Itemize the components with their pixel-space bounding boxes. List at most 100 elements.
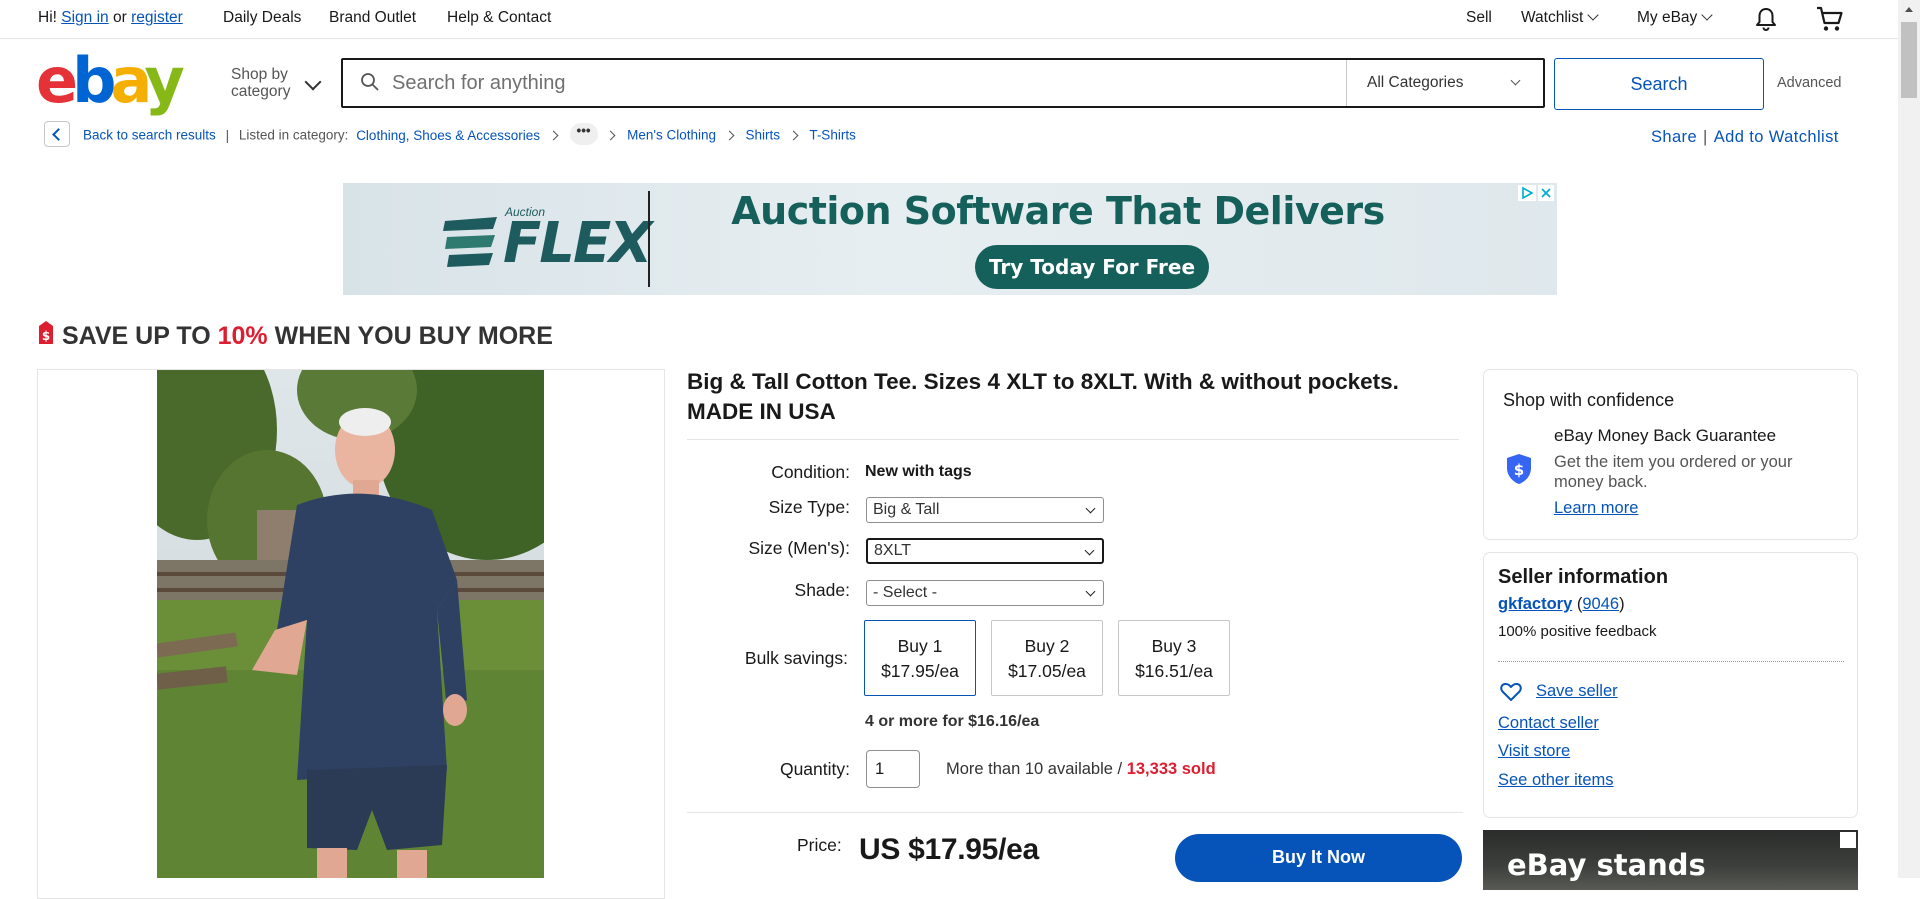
ad-brand: FLEX [503, 211, 652, 276]
shade-label: Shade: [794, 580, 850, 600]
ad-banner[interactable]: Auction FLEX Auction Software That Deliv… [343, 183, 1557, 295]
seller-heading: Seller information [1498, 566, 1669, 588]
notification-bell-icon[interactable] [1753, 6, 1779, 32]
greeting-text: Hi! [38, 9, 57, 26]
svg-text:ebay: ebay [36, 50, 184, 116]
back-button[interactable] [44, 121, 70, 147]
register-link[interactable]: register [131, 9, 183, 26]
shop-by-label: Shop by [231, 66, 288, 83]
size-type-select[interactable]: Big & Tall [866, 497, 1104, 523]
condition-value: New with tags [865, 463, 972, 480]
buy-it-now-button[interactable]: Buy It Now [1175, 834, 1462, 882]
money-back-guarantee: eBay Money Back Guarantee [1554, 426, 1777, 445]
brand-outlet-link[interactable]: Brand Outlet [329, 9, 416, 27]
search-button[interactable]: Search [1554, 58, 1764, 110]
cart-icon[interactable] [1815, 5, 1845, 33]
chevron-down-icon [1084, 545, 1095, 556]
promo-text-pre: SAVE UP TO [62, 322, 218, 350]
breadcrumb-item-t-shirts[interactable]: T-Shirts [809, 128, 856, 143]
chevron-down-icon [1587, 9, 1599, 21]
adchoices-icon[interactable] [1518, 185, 1536, 201]
sold-count[interactable]: 13,333 sold [1127, 760, 1216, 778]
ad-headline: Auction Software That Delivers [731, 189, 1385, 233]
visit-store-link[interactable]: Visit store [1498, 742, 1570, 761]
daily-deals-link[interactable]: Daily Deals [223, 9, 301, 27]
chevron-down-icon [1085, 503, 1096, 514]
bulk-option-buy-2[interactable]: Buy 2 $17.05/ea [991, 620, 1103, 696]
size-select-value: 8XLT [874, 542, 912, 559]
breadcrumb-item-mens-clothing[interactable]: Men's Clothing [627, 128, 716, 143]
feedback-score-link[interactable]: 9046 [1582, 595, 1619, 613]
divider: | [225, 127, 230, 143]
my-ebay-label: My eBay [1637, 9, 1698, 26]
advanced-search-link[interactable]: Advanced [1777, 75, 1842, 91]
add-to-watchlist-link[interactable]: Add to Watchlist [1714, 128, 1839, 146]
promo-percent: 10% [217, 322, 268, 350]
contact-seller-link[interactable]: Contact seller [1498, 714, 1599, 733]
watchlist-label: Watchlist [1521, 9, 1584, 26]
seller-name-row: gkfactory (9046) [1498, 595, 1625, 614]
bulk-price: $17.05/ea [1008, 661, 1086, 681]
sell-link[interactable]: Sell [1466, 9, 1492, 27]
save-seller-link[interactable]: Save seller [1536, 682, 1618, 701]
learn-more-link[interactable]: Learn more [1554, 499, 1638, 518]
sign-in-link[interactable]: Sign in [61, 9, 108, 26]
ad-cta-button[interactable]: Try Today For Free [975, 245, 1209, 289]
product-photo[interactable] [157, 370, 544, 878]
size-type-label: Size Type: [768, 497, 850, 517]
chevron-down-icon [304, 73, 322, 91]
volume-pricing-headline: SAVE UP TO 10% WHEN YOU BUY MORE [62, 322, 553, 351]
chevron-right-icon [724, 130, 735, 141]
breadcrumb-item-shirts[interactable]: Shirts [746, 128, 781, 143]
category-select[interactable]: All Categories [1346, 60, 1543, 106]
ad-divider [648, 191, 650, 287]
category-label: category [231, 83, 291, 100]
breadcrumb-item-clothing[interactable]: Clothing, Shoes & Accessories [356, 128, 540, 143]
bulk-option-buy-3[interactable]: Buy 3 $16.51/ea [1118, 620, 1230, 696]
adchoices-icon[interactable] [1840, 832, 1856, 848]
see-other-items-link[interactable]: See other items [1498, 771, 1614, 790]
shade-select-value: - Select - [873, 584, 938, 601]
seller-name-link[interactable]: gkfactory [1498, 595, 1572, 613]
watchlist-menu[interactable]: Watchlist [1521, 9, 1599, 27]
price-tag-icon: $ [39, 321, 53, 344]
confidence-heading: Shop with confidence [1503, 390, 1675, 410]
bulk-option-buy-1[interactable]: Buy 1 $17.95/ea [864, 620, 976, 696]
side-ad[interactable]: eBay stands [1483, 830, 1858, 890]
svg-text:$: $ [42, 329, 50, 343]
listed-in-label: Listed in category: [238, 127, 349, 143]
paren: ) [1619, 595, 1625, 613]
help-contact-link[interactable]: Help & Contact [447, 9, 551, 27]
chevron-right-icon [548, 130, 559, 141]
chevron-right-icon [788, 130, 799, 141]
share-link[interactable]: Share [1651, 128, 1697, 146]
scrollbar-track[interactable] [1898, 0, 1920, 878]
scroll-up-arrow-icon[interactable] [1905, 7, 1913, 12]
shade-select[interactable]: - Select - [866, 580, 1104, 606]
shop-by-category-button[interactable]: Shop by category [231, 66, 290, 100]
divider [1498, 661, 1844, 662]
chevron-right-icon [605, 130, 616, 141]
availability: More than 10 available / 13,333 sold [946, 760, 1216, 779]
bulk-savings-label: Bulk savings: [744, 648, 848, 668]
bulk-qty: Buy 1 [897, 636, 943, 656]
my-ebay-menu[interactable]: My eBay [1637, 9, 1713, 27]
guarantee-description: Get the item you ordered or your money b… [1554, 453, 1793, 491]
greeting: Hi! Sign in or register [38, 9, 183, 27]
breadcrumb-more-button[interactable]: ••• [569, 123, 598, 145]
ebay-logo[interactable]: ebay [36, 50, 186, 116]
heart-icon[interactable] [1500, 682, 1522, 702]
shield-icon: $ [1507, 454, 1531, 484]
chevron-left-icon [52, 128, 65, 141]
global-header: Hi! Sign in or register Daily Deals Bran… [0, 0, 1898, 39]
availability-text: More than 10 available / [946, 760, 1127, 778]
chevron-down-icon [1085, 586, 1096, 597]
search-input[interactable] [392, 62, 1332, 104]
quantity-input[interactable]: 1 [866, 750, 920, 788]
search-icon [361, 73, 379, 91]
back-to-results-link[interactable]: Back to search results [83, 128, 216, 143]
scrollbar-thumb[interactable] [1901, 22, 1917, 98]
size-select[interactable]: 8XLT [866, 538, 1104, 564]
bulk-price: $17.95/ea [881, 661, 959, 681]
ad-close-icon[interactable] [1538, 185, 1554, 201]
